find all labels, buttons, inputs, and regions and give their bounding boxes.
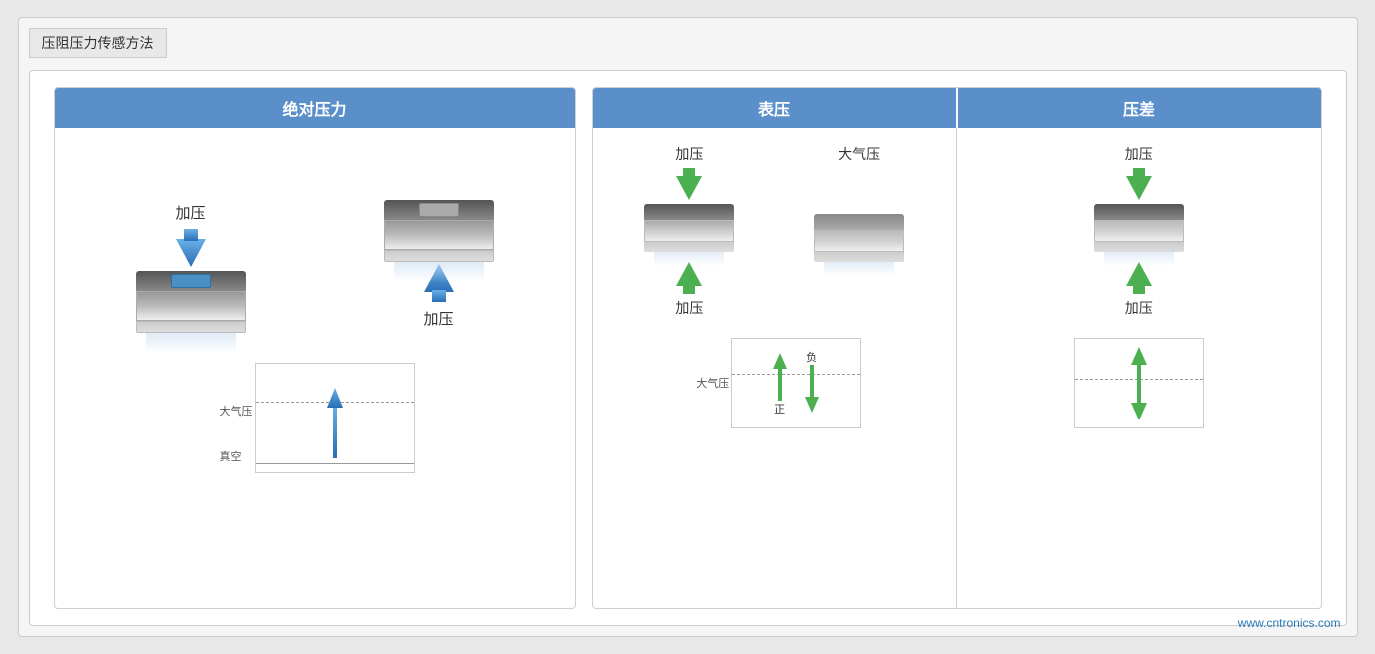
panel-diff-header: 压差 [958, 88, 1321, 128]
gauge-chart-down-arrow: 负 [803, 349, 821, 413]
sub-panel-gauge: 加压 [593, 128, 958, 608]
absolute-devices: 加压 [67, 140, 563, 335]
sensor-absolute-left [136, 271, 246, 331]
sub-panel-diff: 加压 加压 [957, 128, 1321, 608]
sensor-absolute-right [384, 200, 494, 260]
gauge-label-down: 加压 [675, 298, 703, 318]
absolute-left-device: 加压 [136, 196, 246, 335]
gauge-pos-label: 正 [774, 401, 785, 417]
green-arrow-up-icon [672, 262, 706, 294]
absolute-label-down: 加压 [423, 308, 453, 329]
absolute-chart-arrow [325, 388, 345, 458]
outer-container: 压阻压力传感方法 绝对压力 加压 [18, 17, 1358, 637]
diff-label-down: 加压 [1125, 298, 1153, 318]
sensor-gauge-right [814, 214, 904, 264]
panel-absolute-header: 绝对压力 [55, 88, 575, 128]
main-content: 绝对压力 加压 [29, 70, 1347, 626]
panel-absolute-body: 加压 [55, 128, 575, 608]
gauge-right-col: 大气压 [814, 140, 904, 322]
panel-right-header: 表压 压差 [593, 88, 1321, 128]
gauge-devices: 加压 [605, 140, 945, 322]
website-url: www.cntronics.com [1238, 616, 1341, 630]
gauge-label-up: 加压 [675, 144, 703, 164]
panel-absolute: 绝对压力 加压 [54, 87, 576, 609]
chart-green-up-icon [771, 353, 789, 401]
absolute-vacuum-label: 真空 [220, 448, 242, 464]
page-title: 压阻压力传感方法 [29, 28, 167, 58]
absolute-chart-container: 大气压 真空 [255, 353, 415, 473]
sensor-diff [1094, 204, 1184, 254]
gauge-atm-line: 大气压 [732, 374, 860, 375]
green-arrow-down-icon [672, 168, 706, 200]
gauge-chart-container: 大气压 正 [731, 330, 861, 428]
panel-right: 表压 压差 加压 [592, 87, 1322, 609]
panel-gauge-header: 表压 [593, 88, 958, 128]
absolute-atm-label: 大气压 [220, 403, 253, 419]
absolute-label-up: 加压 [175, 202, 205, 223]
panel-right-body: 加压 [593, 128, 1321, 608]
absolute-right-device: 加压 [384, 140, 494, 335]
gauge-left-col: 加压 [644, 140, 734, 322]
diff-chart [1074, 338, 1204, 428]
diff-green-arrow-down-icon [1122, 168, 1156, 200]
absolute-chart: 大气压 真空 [255, 363, 415, 473]
diff-bidirectional-icon [1129, 347, 1149, 419]
gauge-chart: 大气压 正 [731, 338, 861, 428]
gauge-atm-label: 大气压 [696, 375, 729, 391]
absolute-vacuum-line: 真空 [256, 463, 414, 464]
gauge-label-atm: 大气压 [838, 144, 880, 164]
blue-arrow-down-icon [170, 229, 212, 267]
chart-blue-arrow-up-icon [325, 388, 345, 458]
diff-chart-arrows [1129, 347, 1149, 419]
sensor-gauge-left [644, 204, 734, 254]
diff-green-arrow-up-icon [1122, 262, 1156, 294]
diff-label-up: 加压 [1125, 144, 1153, 164]
gauge-chart-up-arrow: 正 [771, 353, 789, 417]
chart-green-down-icon [803, 365, 821, 413]
diff-chart-container [1074, 330, 1204, 428]
gauge-neg-label: 负 [806, 349, 817, 365]
